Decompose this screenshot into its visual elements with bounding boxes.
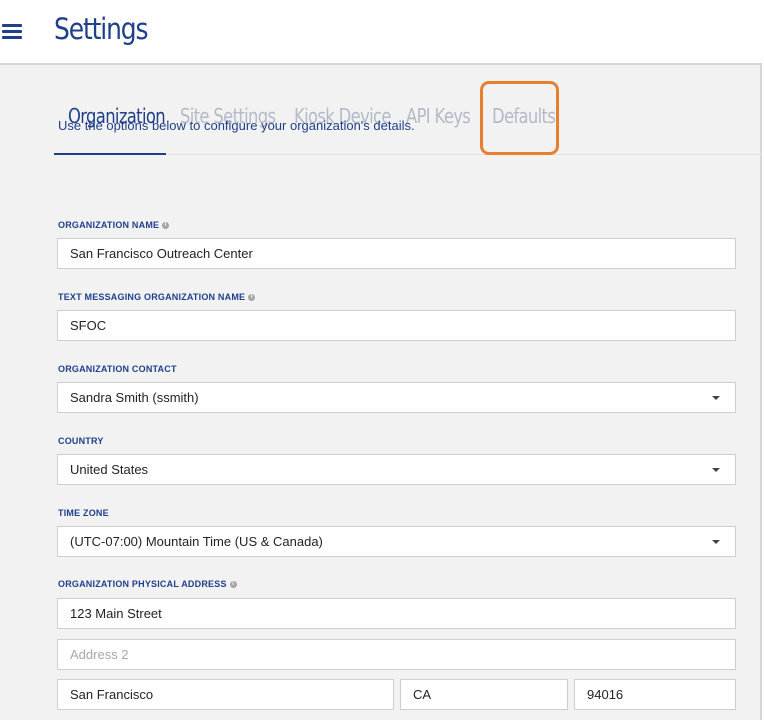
address-line2-field[interactable]: Address 2 (57, 639, 736, 670)
org-name-label-text: ORGANIZATION NAME (58, 220, 160, 230)
address-label-text: ORGANIZATION PHYSICAL ADDRESS (58, 579, 227, 589)
timezone-value: (UTC-07:00) Mountain Time (US & Canada) (70, 534, 323, 549)
info-icon[interactable]: i (229, 581, 237, 589)
country-select[interactable]: United States (57, 454, 736, 485)
country-value: United States (70, 462, 149, 477)
chevron-down-icon (712, 468, 720, 472)
sms-name-label: TEXT MESSAGING ORGANIZATION NAME i (58, 292, 256, 302)
org-name-label: ORGANIZATION NAME i (58, 220, 170, 230)
chevron-down-icon (712, 540, 720, 544)
page-title: Settings (54, 12, 148, 46)
address-line1-field[interactable]: 123 Main Street (57, 598, 736, 629)
country-label: COUNTRY (58, 436, 104, 446)
intro-text: Use the options below to configure your … (58, 118, 415, 133)
active-tab-indicator (54, 153, 166, 155)
info-icon[interactable]: i (248, 294, 256, 302)
timezone-select[interactable]: (UTC-07:00) Mountain Time (US & Canada) (57, 526, 736, 557)
state-field[interactable]: CA (400, 679, 568, 710)
hamburger-menu-icon[interactable] (2, 22, 24, 40)
contact-label: ORGANIZATION CONTACT (58, 364, 177, 374)
tab-api-keys[interactable]: API Keys (406, 104, 471, 128)
sms-name-label-text: TEXT MESSAGING ORGANIZATION NAME (58, 292, 246, 302)
address-label: ORGANIZATION PHYSICAL ADDRESS i (58, 579, 237, 589)
timezone-label: TIME ZONE (58, 508, 109, 518)
city-field[interactable]: San Francisco (57, 679, 394, 710)
contact-select[interactable]: Sandra Smith (ssmith) (57, 382, 736, 413)
contact-value: Sandra Smith (ssmith) (70, 390, 199, 405)
chevron-down-icon (712, 396, 720, 400)
org-name-field[interactable]: San Francisco Outreach Center (57, 238, 736, 269)
top-bar: Settings (0, 0, 764, 63)
sms-name-field[interactable]: SFOC (57, 310, 736, 341)
defaults-tab-highlight (480, 81, 559, 155)
zip-field[interactable]: 94016 (574, 679, 736, 710)
info-icon[interactable]: i (162, 222, 170, 230)
